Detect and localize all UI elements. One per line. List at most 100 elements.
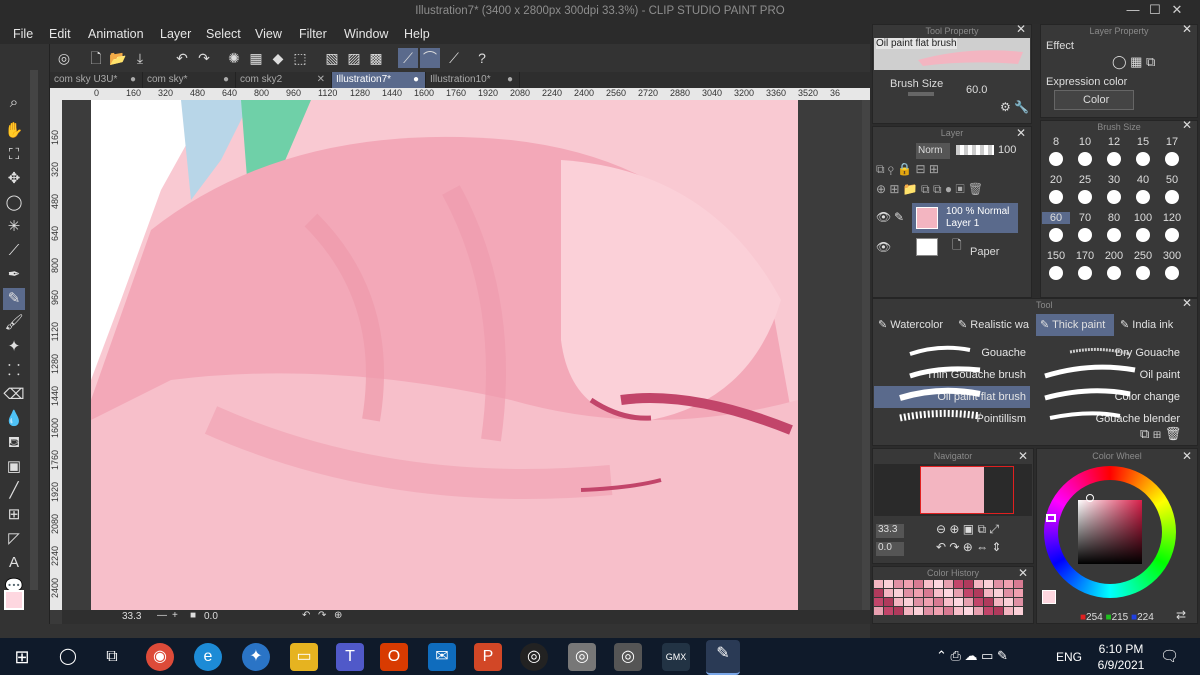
zoom-out-icon[interactable]: —	[157, 610, 167, 621]
clock-time[interactable]: 6:10 PM	[1096, 642, 1146, 656]
fit-icon[interactable]: ■	[190, 610, 196, 621]
rgb-r[interactable]: 254	[1086, 612, 1103, 623]
menu-layer[interactable]: Layer	[160, 27, 191, 41]
color-history-swatch[interactable]	[874, 580, 883, 588]
snap-special-icon[interactable]: ⌒	[420, 48, 440, 68]
brush-size-label[interactable]: 200	[1100, 250, 1128, 262]
brush-size-dot[interactable]	[1078, 266, 1092, 280]
tab-com-sky[interactable]: com sky* ●	[143, 72, 236, 88]
tab-illustration10[interactable]: Illustration10* ●	[426, 72, 520, 88]
color-history-swatch[interactable]	[894, 580, 903, 588]
brush-size-label[interactable]: 10	[1071, 136, 1099, 148]
brush-size-dot[interactable]	[1107, 152, 1121, 166]
clip-studio-paint-icon[interactable]: ✎	[706, 640, 740, 675]
zoom-icon[interactable]: ⌕	[3, 92, 25, 114]
rgb-g[interactable]: 215	[1112, 612, 1129, 623]
brush-size-dot[interactable]	[1107, 266, 1121, 280]
brush-size-label[interactable]: 50	[1158, 174, 1186, 186]
color-history-swatch[interactable]	[894, 589, 903, 597]
canvas-horizontal-scrollbar[interactable]	[0, 624, 870, 638]
color-history-swatch[interactable]	[904, 580, 913, 588]
open-file-icon[interactable]: 📂	[108, 48, 128, 68]
color-history-swatch[interactable]	[924, 607, 933, 615]
color-history-swatch[interactable]	[874, 598, 883, 606]
panel-close-icon[interactable]: ✕	[1182, 449, 1192, 463]
color-history-swatch[interactable]	[984, 598, 993, 606]
color-history-swatch[interactable]	[964, 607, 973, 615]
color-history-swatch[interactable]	[1004, 580, 1013, 588]
brush-size-dot[interactable]	[1165, 190, 1179, 204]
select-show-icon[interactable]: ▩	[366, 48, 386, 68]
rgb-b[interactable]: 224	[1137, 612, 1154, 623]
color-history-swatch[interactable]	[964, 589, 973, 597]
gradient-icon[interactable]: ▣	[3, 456, 25, 478]
color-history-swatch[interactable]	[984, 589, 993, 597]
color-history-swatch[interactable]	[924, 598, 933, 606]
brush-size-dot[interactable]	[1107, 228, 1121, 242]
ruler-icon[interactable]: ◸	[3, 528, 25, 550]
color-history-swatch[interactable]	[904, 607, 913, 615]
brush-size-dot[interactable]	[1049, 190, 1063, 204]
brush-size-label[interactable]: 100	[1129, 212, 1157, 224]
brush-size-dot[interactable]	[1136, 228, 1150, 242]
lasso-icon[interactable]: ◯	[3, 192, 25, 214]
color-history-swatch[interactable]	[964, 580, 973, 588]
zoom-in-icon[interactable]: +	[172, 610, 178, 621]
panel-close-icon[interactable]: ✕	[1016, 22, 1026, 36]
color-history-swatch[interactable]	[934, 607, 943, 615]
move-icon[interactable]: ✥	[3, 168, 25, 190]
sv-cursor[interactable]	[1086, 494, 1094, 502]
tab-com-sky2[interactable]: com sky2 ✕	[236, 72, 332, 88]
color-history-swatch[interactable]	[904, 598, 913, 606]
color-history-swatch[interactable]	[1014, 580, 1023, 588]
redo-icon[interactable]: ↷	[194, 48, 214, 68]
menu-edit[interactable]: Edit	[49, 27, 71, 41]
brush-size-dot[interactable]	[1049, 228, 1063, 242]
panel-close-icon[interactable]: ✕	[1182, 296, 1192, 310]
close-icon[interactable]: ✕	[1168, 2, 1186, 18]
menu-window[interactable]: Window	[344, 27, 388, 41]
hue-cursor[interactable]	[1046, 514, 1056, 522]
color-history-swatch[interactable]	[974, 589, 983, 597]
brush-size-dot[interactable]	[1136, 190, 1150, 204]
brush-size-dot[interactable]	[1165, 266, 1179, 280]
color-history-swatch[interactable]	[1004, 589, 1013, 597]
text-icon[interactable]: A	[3, 552, 25, 574]
teams-icon[interactable]: T	[336, 643, 364, 671]
windows-start-icon[interactable]: ⊞	[8, 643, 36, 671]
airbrush-icon[interactable]: ⸬	[3, 360, 25, 382]
navigator-angle-field[interactable]: 0.0	[876, 542, 904, 556]
color-history-swatch[interactable]	[994, 607, 1003, 615]
clip-studio-icon[interactable]: ◎	[54, 48, 74, 68]
color-history-swatch[interactable]	[1014, 607, 1023, 615]
color-history-swatch[interactable]	[894, 607, 903, 615]
color-history-swatch[interactable]	[1004, 607, 1013, 615]
panel-close-icon[interactable]: ✕	[1018, 449, 1028, 463]
status-angle[interactable]: 0.0	[204, 611, 218, 622]
settings-icon[interactable]: ⚙	[1000, 100, 1011, 114]
blend-mode-select[interactable]: Norm	[916, 143, 950, 159]
new-file-icon[interactable]: 🗋	[86, 48, 106, 68]
tool-panel-actions[interactable]: ⧉ ⊞ 🗑	[1140, 426, 1181, 442]
rotate-left-icon[interactable]: ↶	[302, 610, 310, 621]
brush-size-label[interactable]: 12	[1100, 136, 1128, 148]
brush-size-dot[interactable]	[1078, 152, 1092, 166]
language-indicator[interactable]: ENG	[1056, 650, 1082, 664]
search-icon[interactable]: ◯	[54, 643, 82, 671]
edge-icon[interactable]: e	[194, 643, 222, 671]
eraser-icon[interactable]: ⌫	[3, 384, 25, 406]
undo-icon[interactable]: ↶	[172, 48, 192, 68]
status-zoom[interactable]: 33.3	[122, 611, 141, 622]
menu-file[interactable]: File	[13, 27, 33, 41]
color-history-swatch[interactable]	[914, 598, 923, 606]
file-explorer-icon[interactable]: ▭	[290, 643, 318, 671]
effect-icons[interactable]: ◯ ▦ ⧉	[1112, 54, 1155, 70]
navigator-zoom-controls[interactable]: ⊖ ⊕ ▣ ⧉ ⤢	[936, 522, 999, 537]
color-history-swatch[interactable]	[924, 589, 933, 597]
color-history-swatch[interactable]	[934, 598, 943, 606]
brush-size-label[interactable]: 170	[1071, 250, 1099, 262]
brush-size-label[interactable]: 250	[1129, 250, 1157, 262]
layer-tool-icons[interactable]: ⧉ ⚲ 🔒 ⊟ ⊞	[876, 162, 939, 177]
color-history-swatch[interactable]	[974, 580, 983, 588]
save-icon[interactable]: ⤓	[130, 48, 150, 68]
